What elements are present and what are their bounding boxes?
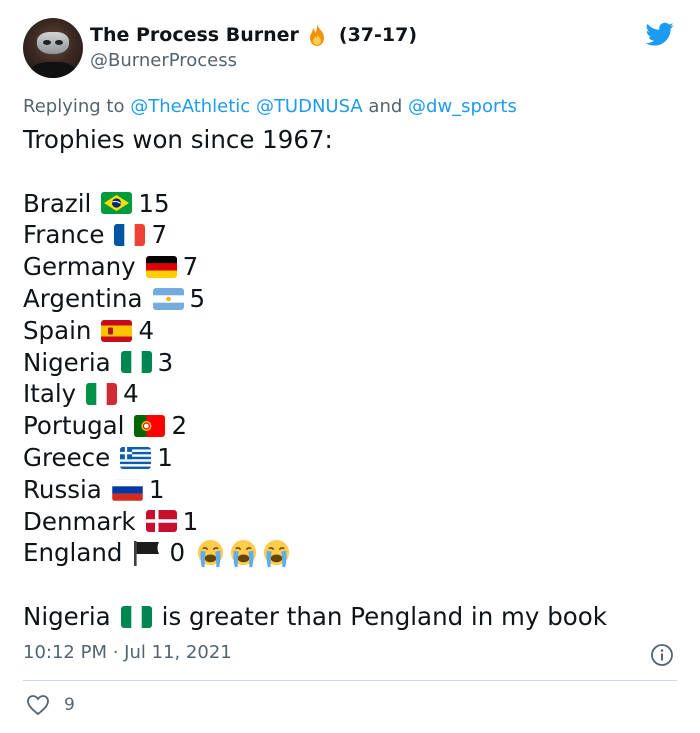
- tweet-card: The Process Burner (37-17) @BurnerProces…: [0, 0, 700, 733]
- record-label: (37-17): [338, 24, 418, 46]
- list-item: Denmark 1: [23, 506, 607, 538]
- list-item: France 7: [23, 219, 607, 251]
- list-item: Spain 4: [23, 315, 607, 347]
- author-name-row[interactable]: The Process Burner (37-17): [90, 22, 417, 48]
- trophy-count: 1: [157, 442, 173, 472]
- emoji-group: [195, 538, 292, 569]
- nigeria-flag-icon: [120, 351, 152, 374]
- country-name: Brazil: [23, 188, 92, 218]
- closing-line: Nigeria is greater than Pengland in my b…: [23, 601, 607, 633]
- black-flag-icon: [134, 541, 160, 567]
- list-item: Nigeria 3: [23, 347, 607, 379]
- like-count: 9: [64, 695, 75, 715]
- mention-link[interactable]: @dw_sports: [408, 96, 517, 117]
- crying-face-emoji-icon: [230, 539, 257, 567]
- portugal-flag-icon: [134, 415, 166, 438]
- tweet-timestamp[interactable]: 10:12 PM · Jul 11, 2021: [23, 642, 232, 663]
- reply-prefix: Replying to: [23, 96, 125, 117]
- heart-icon[interactable]: [26, 694, 50, 716]
- country-name: Denmark: [23, 506, 136, 536]
- trophy-count: 0: [169, 538, 186, 568]
- divider: [23, 680, 677, 681]
- trophy-count: 5: [189, 283, 206, 313]
- closing-prefix: Nigeria: [23, 601, 111, 631]
- info-icon[interactable]: [650, 643, 674, 667]
- trophy-count: 15: [138, 188, 170, 218]
- trophy-count: 3: [157, 347, 174, 377]
- list-item: Brazil 15: [23, 188, 607, 220]
- greece-flag-icon: [120, 446, 152, 469]
- list-item: Russia 1: [23, 474, 607, 506]
- trophy-count: 4: [138, 315, 155, 345]
- avatar[interactable]: [23, 18, 83, 78]
- reply-and: and: [368, 96, 403, 117]
- denmark-flag-icon: [145, 510, 177, 533]
- list-item: Portugal 2: [23, 410, 607, 442]
- list-item: Argentina 5: [23, 283, 607, 315]
- country-name: Russia: [23, 474, 102, 504]
- russia-flag-icon: [111, 478, 143, 501]
- display-name[interactable]: The Process Burner: [90, 24, 299, 46]
- trophy-count: 2: [171, 411, 188, 441]
- list-item: Italy 4: [23, 378, 607, 410]
- italy-flag-icon: [86, 383, 118, 406]
- trophy-count: 1: [182, 506, 199, 536]
- crying-face-emoji-icon: [197, 539, 224, 567]
- country-name: Italy: [23, 379, 77, 409]
- country-name: Portugal: [23, 411, 125, 441]
- avatar-shirt: [29, 62, 77, 78]
- country-name: Argentina: [23, 283, 143, 313]
- list-item: England 0: [23, 537, 607, 569]
- list-item: Greece 1: [23, 442, 607, 474]
- argentina-flag-icon: [152, 287, 184, 310]
- user-handle[interactable]: @BurnerProcess: [90, 50, 237, 71]
- country-name: England: [23, 538, 123, 568]
- replying-to: Replying to @TheAthletic @TUDNUSA and @d…: [23, 96, 517, 117]
- country-name: Greece: [23, 442, 111, 472]
- trophy-count: 1: [148, 474, 165, 504]
- nigeria-flag-icon: [120, 605, 152, 628]
- trophy-count: 7: [182, 252, 199, 282]
- country-name: Spain: [23, 315, 92, 345]
- spain-flag-icon: [101, 319, 133, 342]
- country-name: Nigeria: [23, 347, 111, 377]
- germany-flag-icon: [145, 256, 177, 279]
- avatar-eye: [55, 40, 63, 45]
- crying-face-emoji-icon: [263, 539, 290, 567]
- twitter-bird-icon[interactable]: [644, 20, 676, 48]
- country-name: France: [23, 220, 105, 250]
- avatar-mask: [37, 32, 69, 54]
- like-action[interactable]: 9: [26, 694, 75, 716]
- trophy-count: 4: [123, 379, 139, 409]
- mention-link[interactable]: @TheAthletic: [130, 96, 250, 117]
- list-item: Germany 7: [23, 251, 607, 283]
- mention-link[interactable]: @TUDNUSA: [256, 96, 363, 117]
- closing-suffix: is greater than Pengland in my book: [161, 601, 607, 631]
- avatar-eye: [43, 40, 51, 45]
- trophy-count: 7: [151, 220, 168, 250]
- france-flag-icon: [114, 224, 146, 247]
- tweet-heading: Trophies won since 1967:: [23, 125, 333, 154]
- brazil-flag-icon: [101, 192, 133, 215]
- country-name: Germany: [23, 252, 136, 282]
- tweet-text: Trophies won since 1967: Brazil 15 Franc…: [23, 124, 607, 633]
- fire-emoji-icon: [309, 24, 324, 46]
